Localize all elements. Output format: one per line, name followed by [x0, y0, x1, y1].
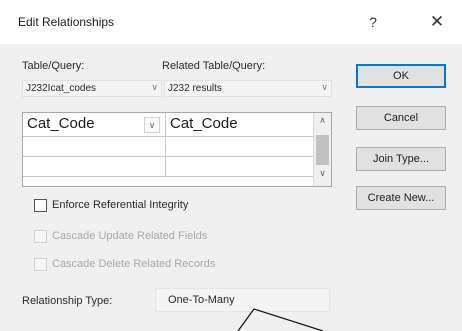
callout-lines [237, 308, 324, 331]
edit-relationships-dialog: Edit Relationships ? ✕ Table/Query: Rela… [0, 0, 462, 331]
